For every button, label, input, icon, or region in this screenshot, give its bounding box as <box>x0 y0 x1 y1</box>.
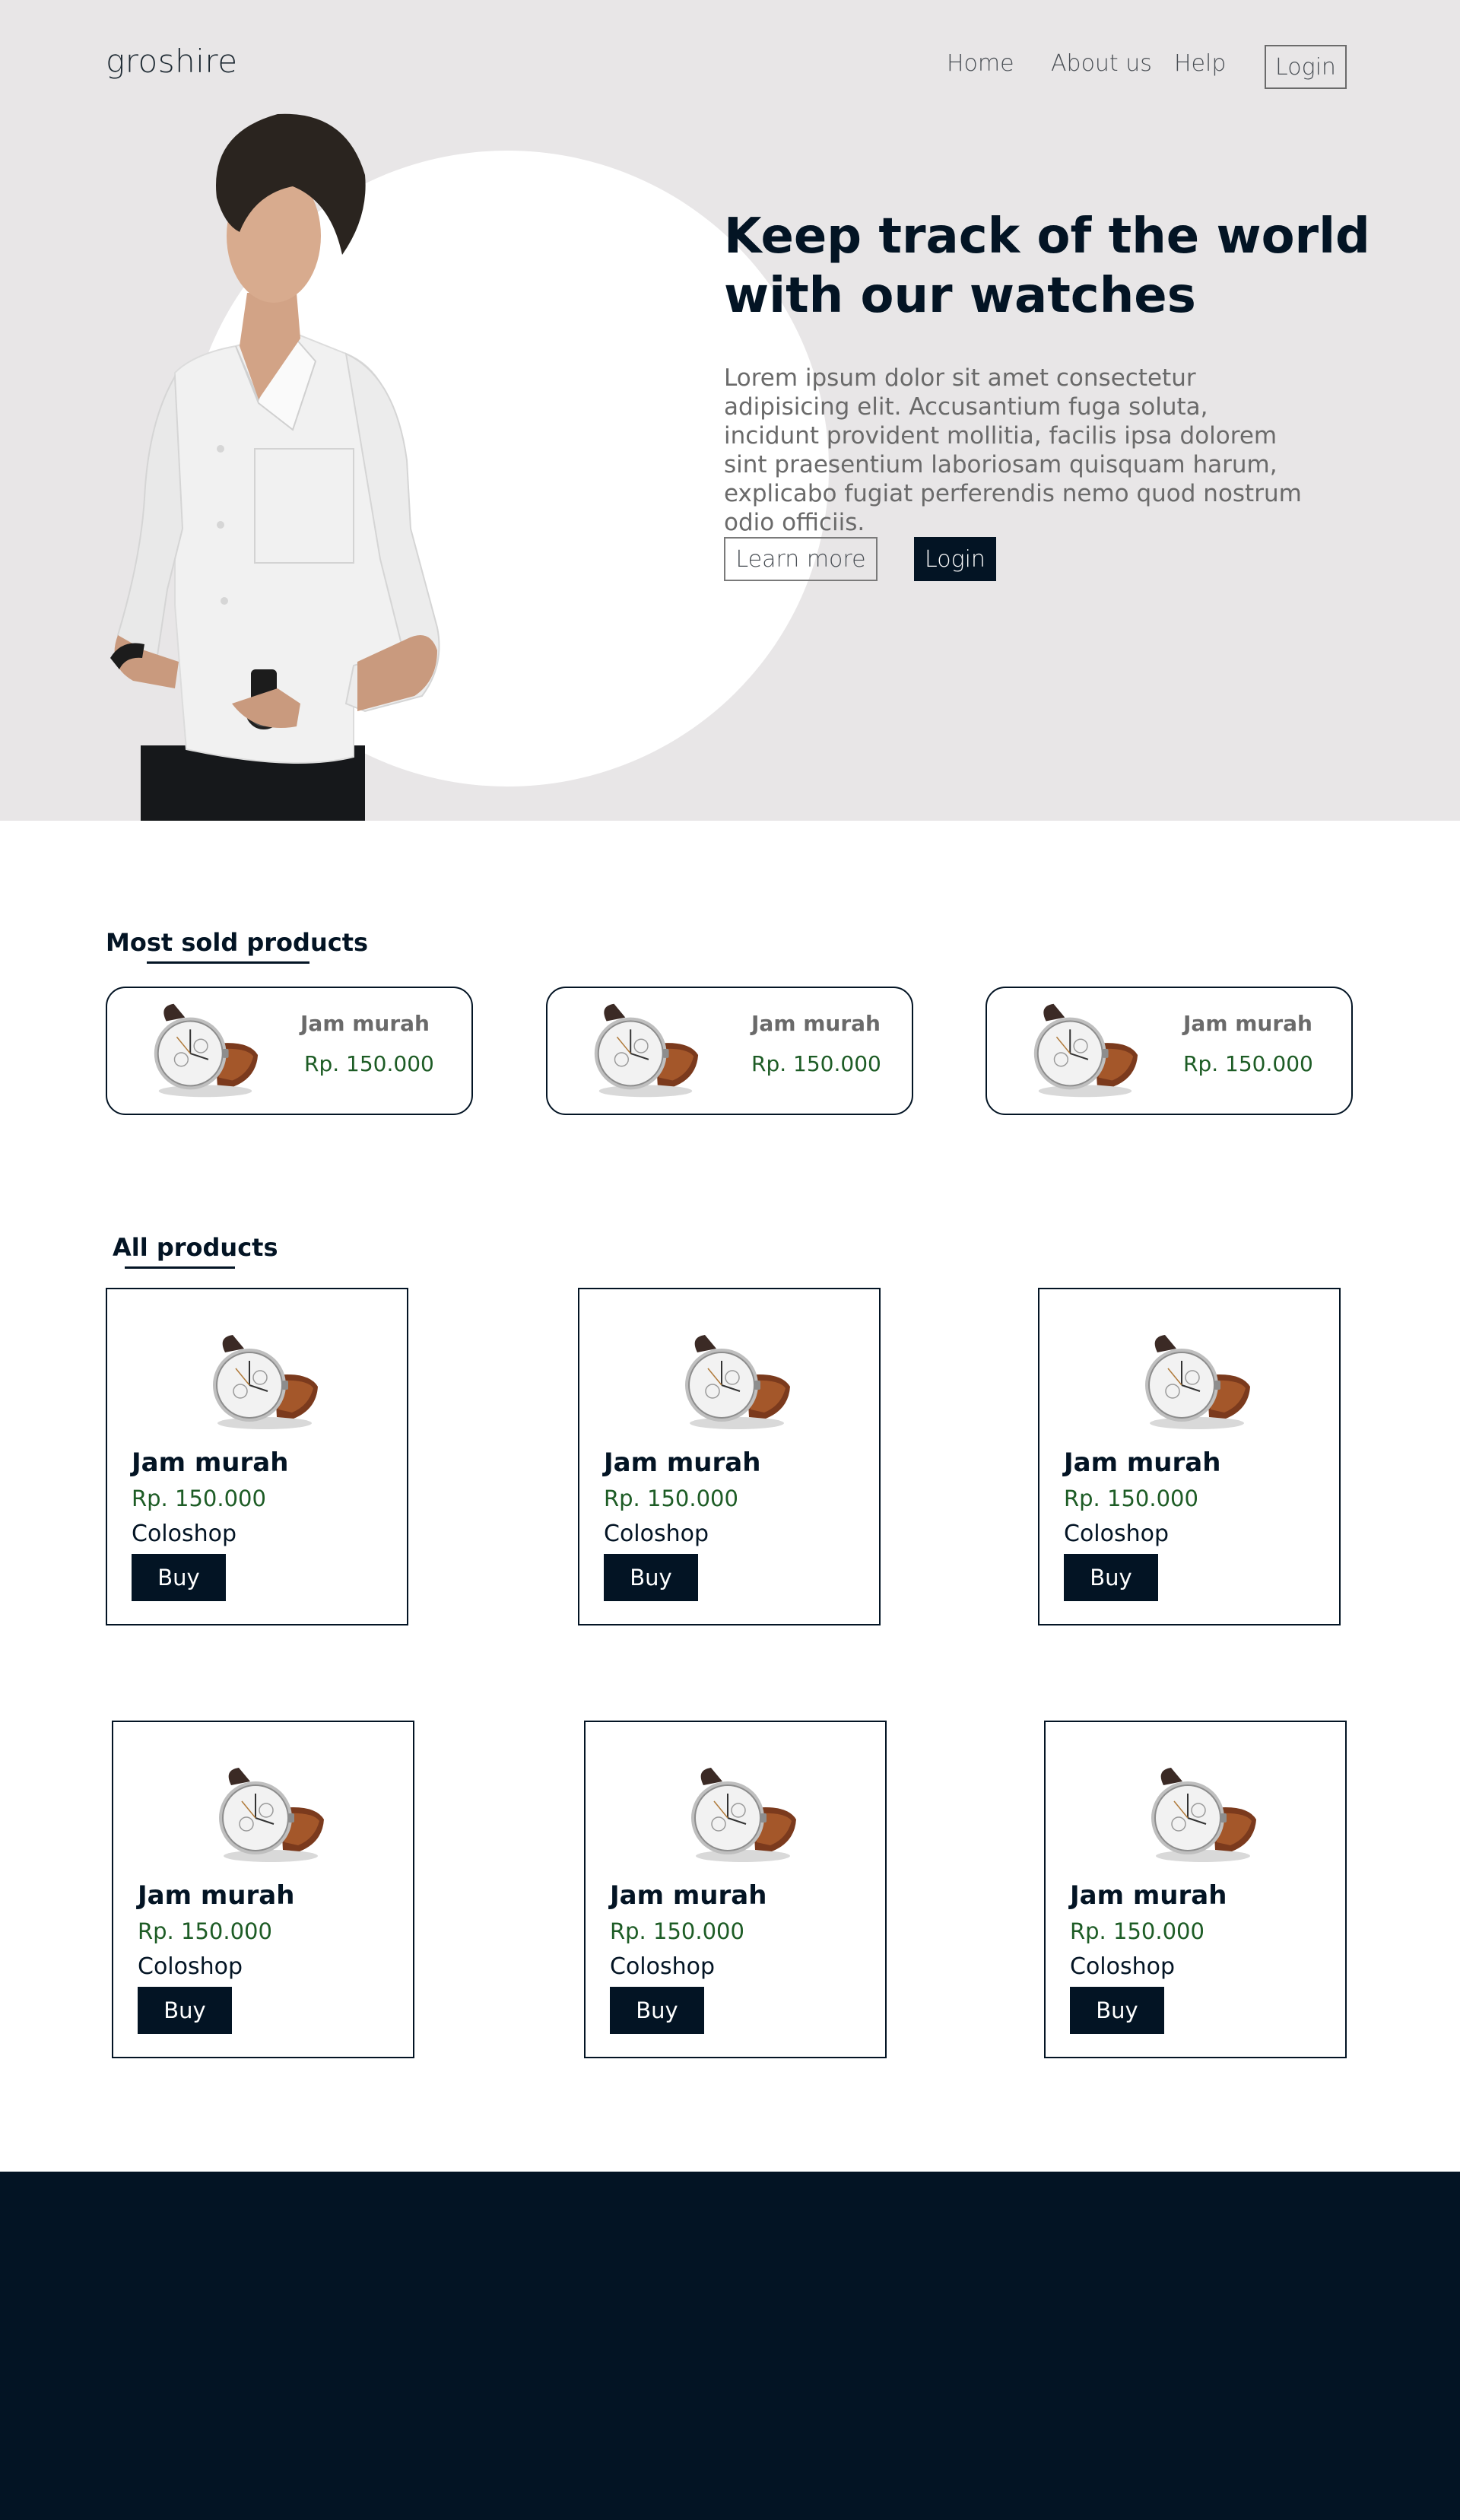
product-price: Rp. 150.000 <box>610 1918 744 1944</box>
most-sold-card[interactable]: Jam murah Rp. 150.000 <box>986 987 1353 1115</box>
watch-image <box>593 1003 700 1098</box>
buy-button[interactable]: Buy <box>138 1987 232 2034</box>
product-shop: Coloshop <box>1064 1521 1170 1547</box>
watch-image <box>1033 1003 1139 1098</box>
product-shop: Coloshop <box>138 1953 243 1980</box>
nav-home[interactable]: Home <box>947 50 1014 77</box>
buy-button[interactable]: Buy <box>604 1554 698 1601</box>
product-card: Jam murah Rp. 150.000 Coloshop Buy <box>1044 1721 1347 2058</box>
product-name: Jam murah <box>1070 1880 1227 1911</box>
learn-more-button[interactable]: Learn more <box>724 537 878 581</box>
most-sold-price: Rp. 150.000 <box>304 1051 434 1076</box>
product-name: Jam murah <box>610 1880 767 1911</box>
watch-image <box>218 1767 325 1863</box>
buy-button[interactable]: Buy <box>1070 1987 1164 2034</box>
watch-image <box>1151 1767 1257 1863</box>
hero-login-button[interactable]: Login <box>914 537 996 581</box>
most-sold-price: Rp. 150.000 <box>1183 1051 1313 1076</box>
watch-image <box>1144 1334 1251 1430</box>
hero-title-line-1: Keep track of the world <box>724 208 1370 265</box>
hero-description: Lorem ipsum dolor sit amet consectetur a… <box>724 364 1302 536</box>
buy-button[interactable]: Buy <box>132 1554 226 1601</box>
watch-image <box>690 1767 797 1863</box>
product-card: Jam murah Rp. 150.000 Coloshop Buy <box>584 1721 887 2058</box>
product-name: Jam murah <box>604 1447 761 1478</box>
nav-help[interactable]: Help <box>1174 50 1226 77</box>
product-name: Jam murah <box>138 1880 295 1911</box>
hero-section: groshire Home About us Help Login Keep t… <box>0 0 1460 821</box>
product-price: Rp. 150.000 <box>604 1486 738 1511</box>
product-price: Rp. 150.000 <box>1064 1486 1198 1511</box>
product-card: Jam murah Rp. 150.000 Coloshop Buy <box>1038 1288 1341 1625</box>
most-sold-title-underline <box>147 961 309 964</box>
watch-image <box>684 1334 791 1430</box>
product-name: Jam murah <box>132 1447 289 1478</box>
all-products-title-underline <box>125 1266 235 1269</box>
most-sold-name: Jam murah <box>751 1011 881 1036</box>
product-shop: Coloshop <box>604 1521 709 1547</box>
product-price: Rp. 150.000 <box>132 1486 266 1511</box>
product-shop: Coloshop <box>132 1521 237 1547</box>
product-price: Rp. 150.000 <box>1070 1918 1204 1944</box>
brand-logo[interactable]: groshire <box>106 43 238 80</box>
most-sold-card[interactable]: Jam murah Rp. 150.000 <box>546 987 913 1115</box>
most-sold-title: Most sold products <box>106 928 369 957</box>
product-shop: Coloshop <box>610 1953 716 1980</box>
watch-image <box>153 1003 259 1098</box>
watch-image <box>212 1334 319 1430</box>
nav-about-us[interactable]: About us <box>1051 50 1152 77</box>
hero-title: Keep track of the world with our watches <box>724 207 1378 326</box>
product-name: Jam murah <box>1064 1447 1221 1478</box>
most-sold-name: Jam murah <box>1183 1011 1312 1036</box>
buy-button[interactable]: Buy <box>1064 1554 1158 1601</box>
product-shop: Coloshop <box>1070 1953 1176 1980</box>
most-sold-name: Jam murah <box>300 1011 430 1036</box>
product-card: Jam murah Rp. 150.000 Coloshop Buy <box>106 1288 408 1625</box>
product-card: Jam murah Rp. 150.000 Coloshop Buy <box>578 1288 881 1625</box>
buy-button[interactable]: Buy <box>610 1987 704 2034</box>
all-products-title: All products <box>113 1233 278 1262</box>
product-card: Jam murah Rp. 150.000 Coloshop Buy <box>112 1721 414 2058</box>
most-sold-price: Rp. 150.000 <box>751 1051 881 1076</box>
product-price: Rp. 150.000 <box>138 1918 272 1944</box>
nav-login-button[interactable]: Login <box>1265 45 1347 89</box>
most-sold-card[interactable]: Jam murah Rp. 150.000 <box>106 987 473 1115</box>
footer <box>0 2172 1460 2520</box>
hero-model-image <box>110 113 440 821</box>
hero-title-line-2: with our watches <box>724 268 1196 324</box>
